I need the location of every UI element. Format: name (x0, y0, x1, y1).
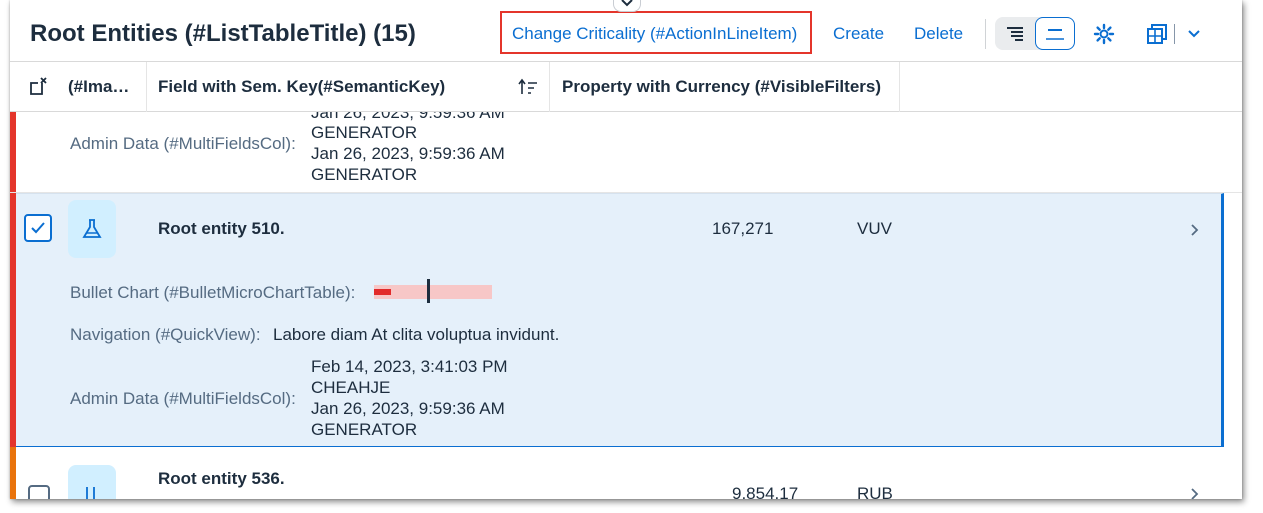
bullet-chart-target-marker (427, 279, 430, 303)
toolbar-separator (985, 19, 986, 49)
clear-selection-button[interactable] (28, 62, 52, 112)
text-align-icon (86, 487, 95, 499)
admin-data-value: Jan 26, 2023, 9:59:36 AM (311, 144, 505, 163)
admin-data-label: Admin Data (#MultiFieldsCol): (70, 389, 296, 408)
lab-flask-icon (82, 219, 102, 238)
row-currency: RUB (857, 484, 893, 499)
checkmark-icon (31, 222, 45, 234)
list-standard-icon (1046, 28, 1064, 40)
row-navigation-button[interactable] (1185, 220, 1205, 240)
admin-data-value: GENERATOR (311, 165, 418, 184)
column-header-currency[interactable]: Property with Currency (#VisibleFilters) (562, 62, 902, 112)
chevron-right-icon (1191, 488, 1199, 499)
row-navigation-button[interactable] (1185, 484, 1205, 499)
admin-data-value: Jan 26, 2023, 9:59:36 AM (311, 112, 505, 122)
admin-data-value: GENERATOR (311, 420, 418, 439)
change-criticality-button[interactable]: Change Criticality (#ActionInLineItem) (512, 24, 797, 44)
row-amount: 9,854.17 (732, 484, 799, 499)
table-body: Admin Data (#MultiFieldsCol): Jan 26, 20… (10, 112, 1242, 499)
export-menu-button[interactable] (1184, 24, 1204, 44)
condensed-view-button[interactable] (995, 17, 1035, 50)
row-avatar (68, 465, 116, 499)
standard-view-button[interactable] (1035, 17, 1075, 50)
admin-data-label: Admin Data (#MultiFieldsCol): (70, 134, 296, 153)
column-divider (549, 62, 550, 112)
table-window: Root Entities (#ListTableTitle) (15) Cha… (10, 0, 1242, 499)
table-column-header: (#Ima… Field with Sem. Key(#SemanticKey)… (10, 62, 1242, 112)
column-divider (899, 62, 900, 112)
list-table-title: Root Entities (#ListTableTitle) (15) (30, 20, 416, 47)
row-title[interactable]: Root entity 510. (158, 219, 285, 239)
admin-data-value: GENERATOR (311, 123, 418, 142)
column-header-semantic-key[interactable]: Field with Sem. Key(#SemanticKey) (158, 62, 498, 112)
admin-data-value: Jan 26, 2023, 9:59:36 AM (311, 399, 505, 418)
settings-button[interactable] (1092, 22, 1116, 46)
spreadsheet-export-icon (1147, 24, 1167, 44)
sort-ascending-icon (518, 62, 542, 112)
row-amount: 167,271 (712, 219, 774, 238)
bullet-chart-track (374, 285, 492, 299)
row-currency: VUV (857, 219, 892, 238)
row-criticality-indicator (10, 112, 16, 193)
row-criticality-indicator (10, 447, 16, 499)
row-title[interactable]: Root entity 536. (158, 469, 285, 489)
quick-view-link[interactable]: Labore diam At clita voluptua invidunt. (273, 325, 559, 345)
density-segmented-button (995, 17, 1075, 50)
collapse-header-button[interactable] (613, 0, 641, 12)
export-button[interactable] (1145, 22, 1169, 46)
deselect-all-icon (30, 77, 47, 95)
admin-data-value: Feb 14, 2023, 3:41:03 PM (311, 357, 508, 376)
gear-icon (1093, 23, 1115, 45)
chevron-down-icon (1188, 30, 1200, 38)
row-select-checkbox[interactable] (28, 485, 50, 499)
create-button[interactable]: Create (833, 24, 884, 44)
export-separator (1174, 24, 1175, 44)
list-condensed-icon (1007, 26, 1023, 41)
navigation-label: Navigation (#QuickView): (70, 325, 261, 344)
row-avatar (68, 200, 116, 258)
admin-data-value: CHEAHJE (311, 378, 391, 397)
chevron-down-icon (621, 0, 633, 6)
bullet-chart-value-bar (374, 289, 391, 295)
bullet-chart-label: Bullet Chart (#BulletMicroChartTable): (70, 283, 356, 302)
row-select-checkbox[interactable] (24, 214, 52, 242)
chevron-right-icon (1191, 224, 1199, 236)
delete-button[interactable]: Delete (914, 24, 963, 44)
column-header-image[interactable]: (#Ima… (68, 62, 143, 112)
column-divider (146, 62, 147, 112)
